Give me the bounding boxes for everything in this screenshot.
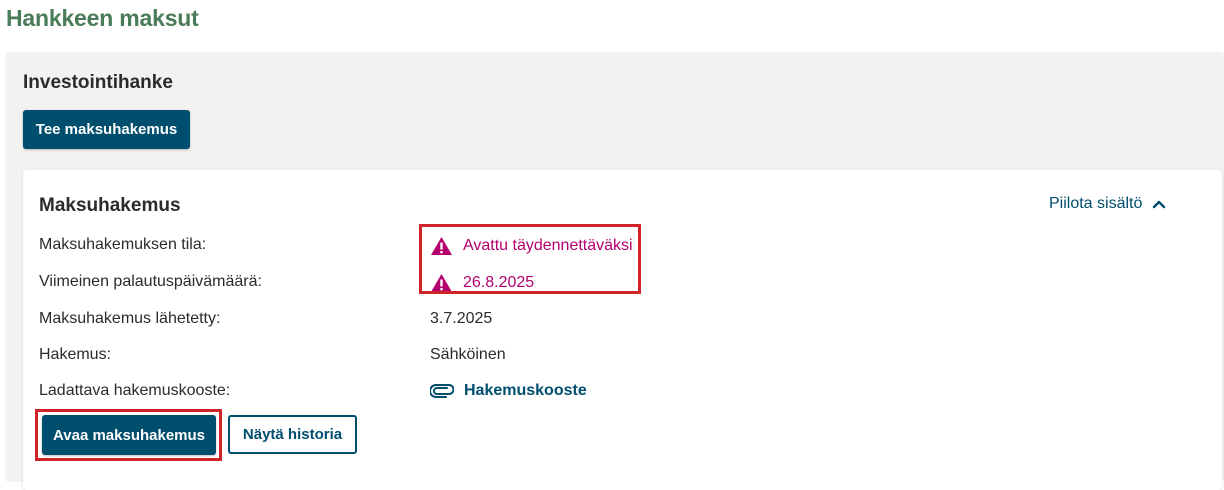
toggle-label: Piilota sisältö (1049, 195, 1143, 212)
sent-label: Maksuhakemus lähetetty: (39, 310, 221, 327)
sent-value: 3.7.2025 (430, 310, 493, 327)
open-payment-application-button[interactable]: Avaa maksuhakemus (42, 415, 216, 455)
deadline-label: Viimeinen palautuspäivämäärä: (39, 273, 262, 290)
page-title: Hankkeen maksut (6, 5, 199, 31)
hide-content-toggle[interactable]: Piilota sisältö (1049, 195, 1166, 213)
show-history-button[interactable]: Näytä historia (228, 415, 357, 454)
application-type-value: Sähköinen (430, 346, 506, 363)
project-panel: Investointihanke Tee maksuhakemus Maksuh… (5, 52, 1224, 490)
payment-application-card: Maksuhakemus Piilota sisältö Maksuhakemu… (23, 170, 1222, 490)
application-type-label: Hakemus: (39, 346, 112, 363)
paperclip-icon (430, 384, 454, 398)
summary-download-text: Hakemuskooste (464, 382, 587, 399)
card-title: Maksuhakemus (39, 195, 181, 216)
project-title: Investointihanke (23, 72, 173, 93)
summary-download-label: Ladattava hakemuskooste: (39, 382, 231, 399)
chevron-up-icon (1153, 200, 1166, 209)
highlight-status-box (419, 224, 641, 294)
summary-download-link[interactable]: Hakemuskooste (430, 382, 587, 400)
status-label: Maksuhakemuksen tila: (39, 236, 207, 253)
new-payment-application-button[interactable]: Tee maksuhakemus (23, 110, 190, 149)
